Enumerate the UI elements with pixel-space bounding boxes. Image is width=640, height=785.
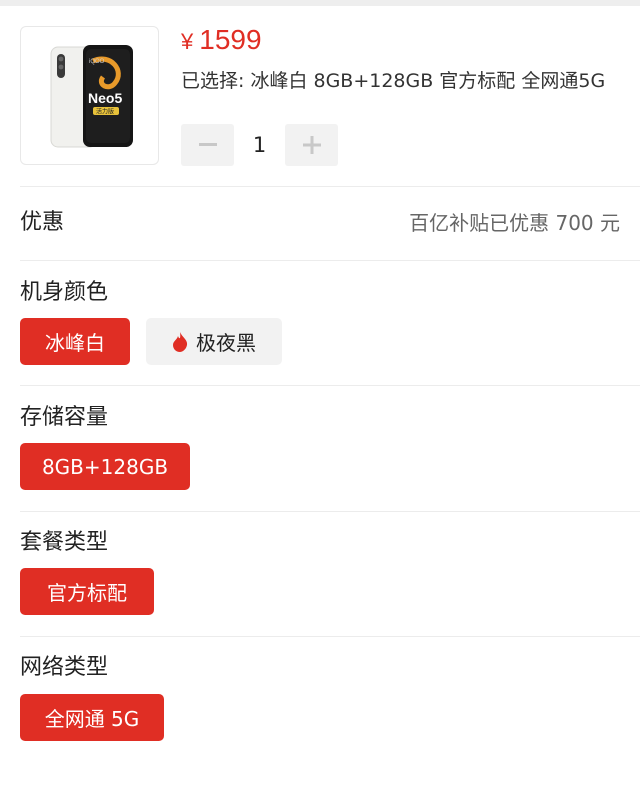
quantity-value[interactable]: 1 [234, 124, 285, 166]
plus-icon [302, 136, 321, 154]
divider [20, 636, 640, 637]
option-label: 冰峰白 [45, 331, 105, 355]
discount-label: 优惠 [20, 210, 65, 235]
selected-spec-text: 已选择: 冰峰白 8GB+128GB 官方标配 全网通5G [181, 70, 606, 92]
option-label: 全网通 5G [44, 707, 140, 731]
option-label: 官方标配 [47, 581, 127, 605]
section-title-package: 套餐类型 [20, 530, 109, 555]
section-title-network: 网络类型 [20, 655, 109, 680]
divider [20, 260, 640, 261]
flame-icon [172, 331, 188, 352]
bottom-cutoff [0, 742, 640, 785]
top-edge-bar [0, 0, 640, 6]
quantity-increase-button[interactable] [285, 124, 338, 166]
divider [20, 186, 640, 187]
minus-icon [198, 143, 217, 146]
option-label: 8GB+128GB [41, 454, 169, 479]
divider [20, 385, 640, 386]
section-title-color: 机身颜色 [20, 280, 109, 305]
option-network-5g[interactable]: 全网通 5G [20, 694, 164, 741]
price-value: 1599 [199, 24, 262, 55]
svg-text:Neo5: Neo5 [88, 90, 122, 106]
svg-text:活力版: 活力版 [96, 108, 114, 116]
product-thumbnail[interactable]: iQOO Neo5 活力版 [20, 26, 159, 165]
section-title-storage: 存储容量 [20, 405, 109, 430]
currency-symbol: ¥ [181, 29, 194, 54]
option-color-black[interactable]: 极夜黑 [146, 318, 282, 365]
svg-text:iQOO: iQOO [89, 59, 105, 65]
quantity-decrease-button[interactable] [181, 124, 234, 166]
option-package-standard[interactable]: 官方标配 [20, 568, 154, 615]
product-price: ¥1599 [181, 22, 262, 60]
divider [20, 511, 640, 512]
discount-value: 百亿补贴已优惠 700 元 [409, 211, 620, 235]
option-color-white[interactable]: 冰峰白 [20, 318, 130, 365]
option-storage-8-128[interactable]: 8GB+128GB [20, 443, 190, 490]
option-label: 极夜黑 [196, 331, 256, 355]
phone-image: iQOO Neo5 活力版 [50, 45, 133, 148]
